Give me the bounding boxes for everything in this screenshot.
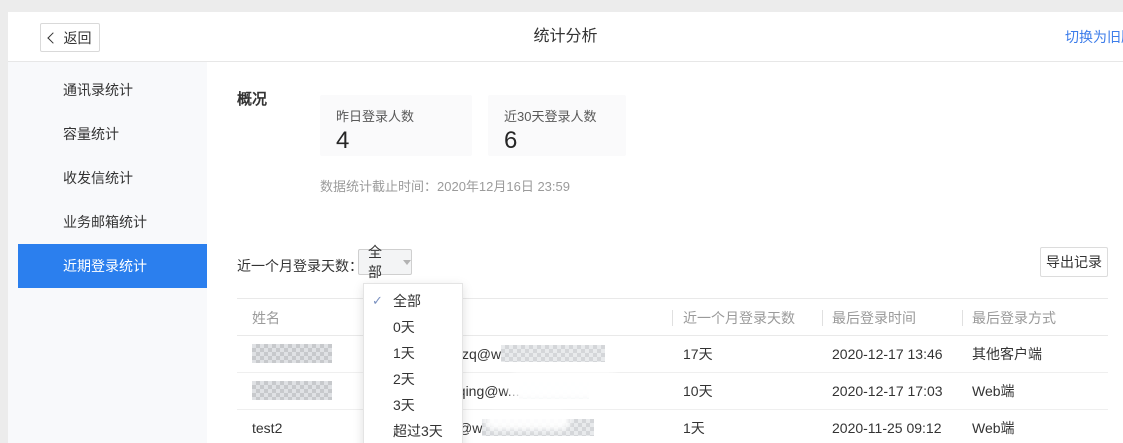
dropdown-option-label: 全部 [393, 293, 421, 309]
dropdown-option-over-3days[interactable]: 超过3天 [364, 418, 462, 443]
top-bar: 返回 统计分析 切换为旧版 [8, 12, 1123, 62]
redacted-email [482, 419, 594, 436]
last-login-time-cell: 2020-12-17 17:03 [822, 373, 962, 410]
check-icon: ✓ [372, 288, 383, 314]
overview-section-label: 概况 [237, 88, 267, 109]
stat-card-yesterday-logins: 昨日登录人数 4 [320, 95, 472, 156]
stat-card-30day-logins: 近30天登录人数 6 [488, 95, 626, 156]
login-days-select[interactable]: 全部 [358, 249, 412, 275]
header-divider [672, 310, 673, 326]
dropdown-option-2days[interactable]: 2天 [364, 366, 462, 392]
last-login-time-cell: 2020-11-25 09:12 [822, 410, 962, 443]
login-days-filter-label: 近一个月登录天数： [237, 256, 363, 276]
dropdown-option-0days[interactable]: 0天 [364, 314, 462, 340]
sidebar-item-mail-stats[interactable]: 收发信统计 [8, 156, 207, 200]
header-login-days: 近一个月登录天数 [672, 299, 822, 337]
sidebar: 通讯录统计 容量统计 收发信统计 业务邮箱统计 近期登录统计 [8, 62, 207, 443]
dropdown-option-all[interactable]: ✓ 全部 [364, 288, 462, 314]
stat-card-value: 4 [336, 127, 456, 155]
switch-to-old-version-link[interactable]: 切换为旧版 [1065, 12, 1123, 62]
dropdown-option-3days[interactable]: 3天 [364, 392, 462, 418]
stat-card-label: 昨日登录人数 [336, 106, 456, 125]
account-email: zq@w [462, 346, 501, 362]
last-login-method-cell: Web端 [962, 410, 1108, 443]
sidebar-item-business-mailbox-stats[interactable]: 业务邮箱统计 [8, 200, 207, 244]
stat-card-label: 近30天登录人数 [504, 106, 610, 125]
export-records-button[interactable]: 导出记录 [1040, 247, 1108, 277]
dropdown-option-label: 3天 [393, 397, 415, 413]
login-days-dropdown-menu: ✓ 全部 0天 1天 2天 3天 超过3天 [363, 283, 463, 443]
login-days-cell: 1天 [672, 410, 822, 443]
header-divider [962, 310, 963, 326]
data-cutoff-note: 数据统计截止时间：2020年12月16日 23:59 [320, 176, 570, 195]
redacted-name [252, 381, 332, 400]
caret-down-icon [403, 260, 411, 265]
header-last-login-method: 最后登录方式 [962, 299, 1108, 337]
last-login-time-cell: 2020-12-17 13:46 [822, 336, 962, 373]
page-title: 统计分析 [8, 12, 1123, 62]
dropdown-option-label: 1天 [393, 345, 415, 361]
redacted-email [501, 345, 605, 362]
dropdown-option-label: 0天 [393, 319, 415, 335]
sidebar-item-capacity-stats[interactable]: 容量统计 [8, 112, 207, 156]
login-days-cell: 17天 [672, 336, 822, 373]
redacted-name [252, 344, 332, 363]
login-days-select-value: 全部 [368, 242, 395, 282]
header-divider [822, 310, 823, 326]
dropdown-option-1day[interactable]: 1天 [364, 340, 462, 366]
main-content: 概况 昨日登录人数 4 近30天登录人数 6 数据统计截止时间：2020年12月… [207, 62, 1123, 443]
dropdown-option-label: 超过3天 [393, 423, 443, 439]
sidebar-item-recent-login-stats[interactable]: 近期登录统计 [18, 244, 207, 288]
dropdown-option-label: 2天 [393, 371, 415, 387]
login-days-cell: 10天 [672, 373, 822, 410]
last-login-method-cell: 其他客户端 [962, 336, 1108, 373]
redacted-email [519, 382, 589, 399]
header-last-login-time: 最后登录时间 [822, 299, 962, 337]
stat-card-value: 6 [504, 127, 610, 155]
last-login-method-cell: Web端 [962, 373, 1108, 410]
sidebar-item-contacts-stats[interactable]: 通讯录统计 [8, 68, 207, 112]
